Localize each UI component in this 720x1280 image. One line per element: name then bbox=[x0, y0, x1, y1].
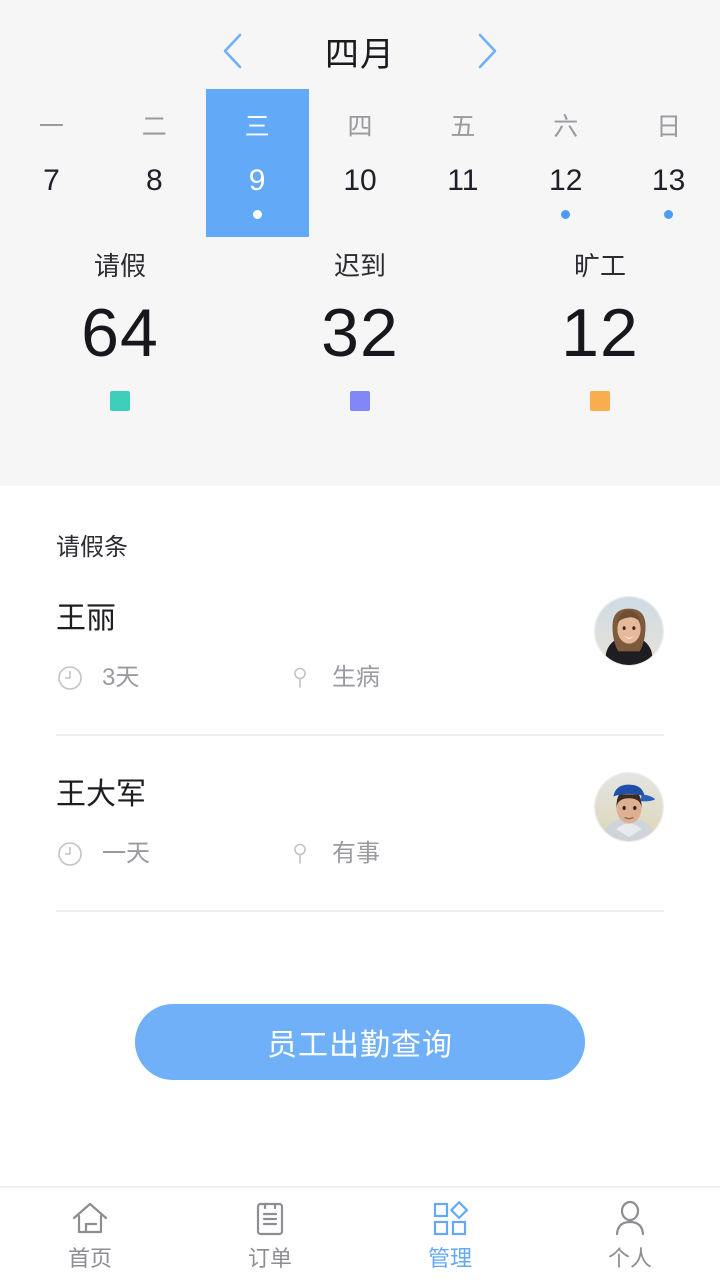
cta-wrapper: 员工出勤查询 bbox=[56, 1004, 664, 1080]
employee-name: 王丽 bbox=[56, 602, 116, 635]
day-event-dot bbox=[47, 210, 56, 219]
leave-duration: 一天 bbox=[56, 840, 286, 868]
tab-home[interactable]: 首页 bbox=[0, 1198, 180, 1270]
tab-label: 管理 bbox=[427, 1246, 472, 1271]
leave-reason: 生病 bbox=[286, 664, 380, 692]
grid-manage-icon bbox=[429, 1198, 471, 1240]
day-number-label: 13 bbox=[651, 164, 686, 197]
day-of-week-label: 日 bbox=[656, 113, 682, 141]
clock-icon bbox=[56, 664, 84, 692]
chevron-right-icon[interactable] bbox=[471, 31, 505, 71]
day-number-label: 8 bbox=[145, 164, 163, 197]
tab-profile[interactable]: 个人 bbox=[540, 1198, 720, 1270]
week-strip: 一 7 二 8 三 9 四 10 五 11 六 12 日 13 bbox=[0, 89, 720, 237]
day-number-label: 11 bbox=[447, 164, 479, 197]
leave-reason-text: 生病 bbox=[332, 664, 380, 691]
stat-label: 请假 bbox=[93, 251, 146, 281]
tab-management[interactable]: 管理 bbox=[360, 1198, 540, 1270]
tab-label: 订单 bbox=[247, 1246, 292, 1271]
list-item[interactable]: 王大军 一天 有事 bbox=[56, 736, 664, 912]
stats-row: 请假 64 迟到 32 旷工 12 bbox=[0, 253, 720, 411]
day-event-dot bbox=[356, 210, 365, 219]
day-cell-sat[interactable]: 六 12 bbox=[514, 89, 617, 237]
clipboard-icon bbox=[249, 1198, 291, 1240]
day-cell-thu[interactable]: 四 10 bbox=[309, 89, 412, 237]
leave-reason: 有事 bbox=[286, 840, 380, 868]
stat-label: 迟到 bbox=[333, 251, 386, 281]
day-of-week-label: 五 bbox=[450, 113, 476, 141]
stat-label: 旷工 bbox=[573, 251, 626, 281]
day-of-week-label: 一 bbox=[38, 113, 64, 141]
clock-icon bbox=[56, 840, 84, 868]
month-title: 四月 bbox=[325, 35, 395, 74]
day-number-label: 10 bbox=[343, 164, 377, 197]
stat-value: 32 bbox=[321, 295, 399, 371]
tab-orders[interactable]: 订单 bbox=[180, 1198, 360, 1270]
day-of-week-label: 三 bbox=[244, 113, 270, 141]
day-of-week-label: 四 bbox=[347, 113, 373, 141]
day-cell-wed-selected[interactable]: 三 9 bbox=[205, 89, 309, 237]
day-number-label: 12 bbox=[549, 164, 583, 197]
stat-color-swatch bbox=[590, 391, 610, 411]
leave-reason-text: 有事 bbox=[332, 840, 380, 867]
tab-label: 个人 bbox=[607, 1246, 652, 1271]
day-cell-fri[interactable]: 五 11 bbox=[411, 89, 514, 237]
stat-color-swatch bbox=[110, 391, 130, 411]
day-event-dot bbox=[561, 210, 571, 219]
bottom-tab-bar: 首页 订单 管理 个人 bbox=[0, 1186, 720, 1280]
leave-duration-text: 一天 bbox=[102, 840, 150, 867]
stat-color-swatch bbox=[350, 391, 370, 411]
leave-duration-text: 3天 bbox=[102, 664, 140, 691]
employee-name: 王大军 bbox=[56, 778, 146, 811]
chevron-left-icon[interactable] bbox=[215, 31, 249, 71]
calendar-panel: 四月 一 7 二 8 三 9 四 10 五 11 六 12 日 13 请假 64… bbox=[0, 0, 720, 486]
day-cell-sun[interactable]: 日 13 bbox=[617, 89, 720, 237]
tab-label: 首页 bbox=[67, 1246, 112, 1271]
stat-late[interactable]: 迟到 32 bbox=[240, 253, 480, 411]
avatar[interactable] bbox=[594, 596, 664, 666]
section-title: 请假条 bbox=[56, 534, 128, 561]
leave-request-section: 请假条 王丽 3天 生病 王大军 一天 有事 员工出勤查询 bbox=[0, 486, 720, 1186]
avatar[interactable] bbox=[594, 772, 664, 842]
stat-absent[interactable]: 旷工 12 bbox=[480, 253, 720, 411]
month-header: 四月 bbox=[0, 18, 720, 84]
stat-value: 64 bbox=[81, 295, 159, 371]
list-item[interactable]: 王丽 3天 生病 bbox=[56, 560, 664, 736]
pin-icon bbox=[286, 664, 314, 692]
day-cell-mon[interactable]: 一 7 bbox=[0, 89, 103, 237]
day-of-week-label: 六 bbox=[553, 113, 579, 141]
pin-icon bbox=[286, 840, 314, 868]
day-event-dot bbox=[458, 210, 467, 219]
day-event-dot bbox=[664, 210, 674, 219]
day-cell-tue[interactable]: 二 8 bbox=[103, 89, 206, 237]
day-number-label: 9 bbox=[248, 164, 266, 197]
attendance-screen: 四月 一 7 二 8 三 9 四 10 五 11 六 12 日 13 请假 64… bbox=[0, 0, 720, 1280]
leave-duration: 3天 bbox=[56, 664, 286, 692]
stat-value: 12 bbox=[561, 295, 639, 371]
person-icon bbox=[609, 1198, 651, 1240]
stat-leave[interactable]: 请假 64 bbox=[0, 253, 240, 411]
day-event-dot bbox=[252, 210, 262, 219]
day-of-week-label: 二 bbox=[141, 113, 167, 141]
home-icon bbox=[69, 1198, 111, 1240]
employee-attendance-query-button[interactable]: 员工出勤查询 bbox=[135, 1004, 585, 1080]
day-number-label: 7 bbox=[43, 164, 60, 197]
day-event-dot bbox=[150, 210, 159, 219]
leave-meta: 一天 有事 bbox=[56, 840, 664, 868]
leave-meta: 3天 生病 bbox=[56, 664, 664, 692]
